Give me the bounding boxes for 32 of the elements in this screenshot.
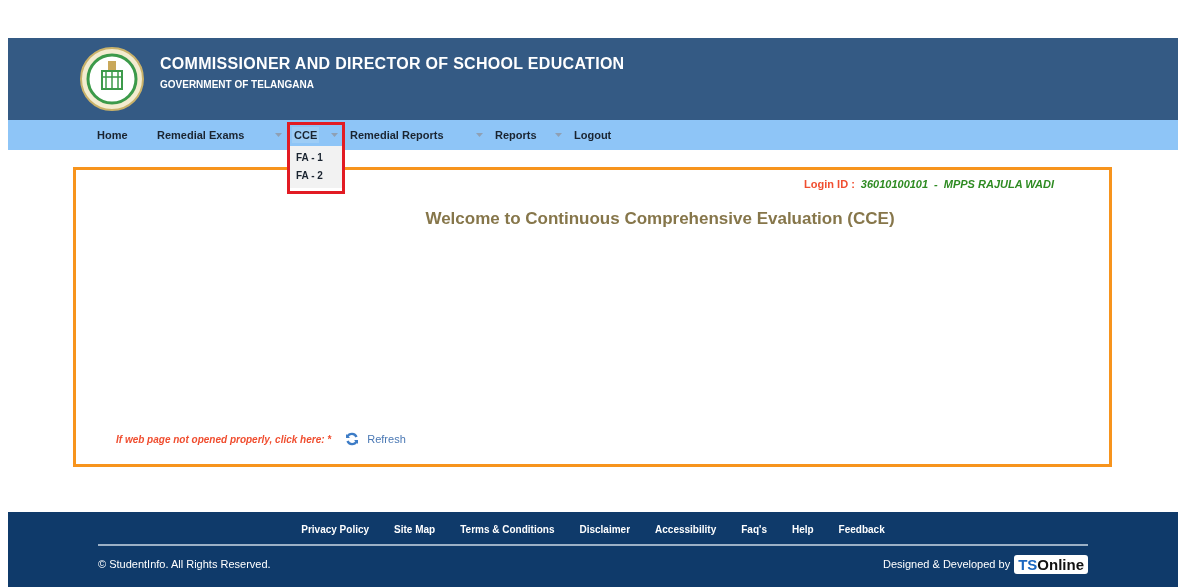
caret-icon <box>331 133 338 137</box>
footer-link[interactable]: Faq's <box>741 523 767 535</box>
refresh-link[interactable]: Refresh <box>367 433 406 445</box>
credit-text: Designed & Developed by <box>882 558 1011 570</box>
caret-icon <box>476 133 483 137</box>
school-name: MPPS RAJULA WADI <box>943 178 1054 190</box>
footer-link[interactable]: Terms & Conditions <box>460 523 555 535</box>
welcome-heading: Welcome to Continuous Comprehensive Evaluation (CCE) <box>425 209 895 229</box>
nav-link[interactable]: Logout <box>572 127 614 143</box>
separator-text: - <box>934 178 938 190</box>
nav-link[interactable]: Remedial Reports <box>348 127 446 143</box>
refresh-icon[interactable] <box>345 432 360 446</box>
copyright-text: © StudentInfo. All Rights Reserved. <box>98 558 271 570</box>
login-label: Login ID : <box>804 178 855 190</box>
header-subtitle: GOVERNMENT OF TELANGANA <box>160 78 315 90</box>
caret-icon <box>275 133 282 137</box>
brand-logo[interactable]: TSOnline <box>1014 554 1088 574</box>
footer-link[interactable]: Feedback <box>838 523 885 535</box>
login-id: 36010100101 <box>860 178 929 190</box>
footer-link[interactable]: Accessibility <box>655 523 717 535</box>
footer-link[interactable]: Disclaimer <box>579 523 631 535</box>
footer-link[interactable]: Privacy Policy <box>301 523 370 535</box>
nav-link[interactable]: Reports <box>493 127 539 143</box>
footer-link[interactable]: Site Map <box>394 523 436 535</box>
footer-link[interactable]: Help <box>791 523 814 535</box>
emblem-icon <box>80 47 144 111</box>
header-title: COMMISSIONER AND DIRECTOR OF SCHOOL EDUCATION <box>160 54 625 73</box>
caret-icon <box>555 133 562 137</box>
nav-link[interactable]: Home <box>95 127 130 143</box>
nav-link[interactable]: CCE <box>292 127 320 143</box>
refresh-hint: If web page not opened properly, click here: * <box>116 433 332 445</box>
nav-link[interactable]: Remedial Exams <box>155 127 247 143</box>
